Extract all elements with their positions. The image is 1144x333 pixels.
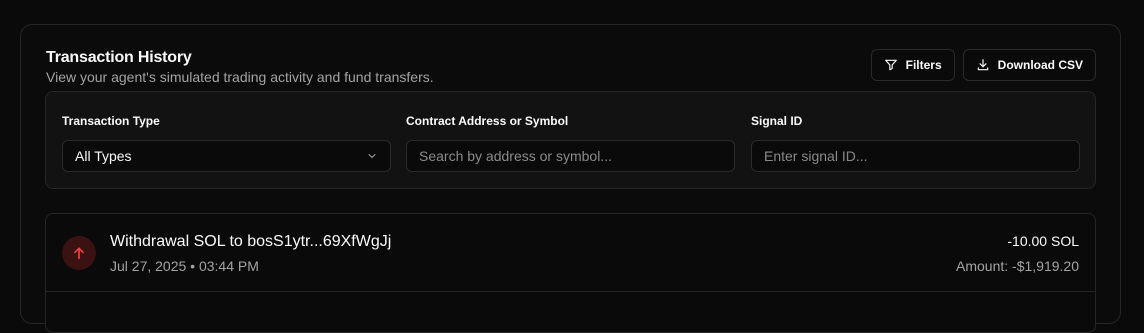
transaction-amount: -10.00 SOL [1007,233,1079,249]
transaction-date: Jul 27, 2025 • 03:44 PM [110,258,259,274]
page-subtitle: View your agent's simulated trading acti… [46,69,434,85]
filters-button[interactable]: Filters [870,49,955,81]
transaction-row[interactable]: Withdrawal SOL to bosS1ytr...69XfWgJj Ju… [46,214,1095,292]
page-title: Transaction History [46,49,192,66]
contract-address-control [406,140,735,172]
transaction-list: Withdrawal SOL to bosS1ytr...69XfWgJj Ju… [45,213,1096,333]
transaction-history-card: Transaction History View your agent's si… [20,24,1121,333]
download-csv-button[interactable]: Download CSV [962,49,1096,81]
arrow-up-icon [74,247,84,260]
signal-id-label: Signal ID [751,114,803,128]
signal-id-input[interactable] [764,148,1067,164]
filters-button-label: Filters [905,58,942,72]
header-actions: Filters Download CSV [870,49,1096,81]
contract-address-field: Contract Address or Symbol [406,114,735,172]
filter-icon [884,59,897,71]
transaction-type-field: Transaction Type All Types [62,114,391,172]
transaction-usd-amount: Amount: -$1,919.20 [956,258,1079,274]
transaction-title: Withdrawal SOL to bosS1ytr...69XfWgJj [110,233,392,250]
download-csv-button-label: Download CSV [997,58,1083,72]
signal-id-control [751,140,1080,172]
download-icon [977,59,988,71]
contract-address-input[interactable] [419,148,722,164]
filter-panel: Transaction Type All Types Contract Addr… [45,91,1096,189]
card-header: Transaction History View your agent's si… [46,49,434,85]
transaction-type-select[interactable]: All Types [62,140,391,172]
contract-address-label: Contract Address or Symbol [406,114,569,128]
transaction-type-label: Transaction Type [62,114,160,128]
chevron-down-icon [368,154,376,158]
signal-id-field: Signal ID [751,114,1080,172]
transaction-type-value: All Types [75,148,132,164]
withdrawal-indicator [62,236,96,270]
